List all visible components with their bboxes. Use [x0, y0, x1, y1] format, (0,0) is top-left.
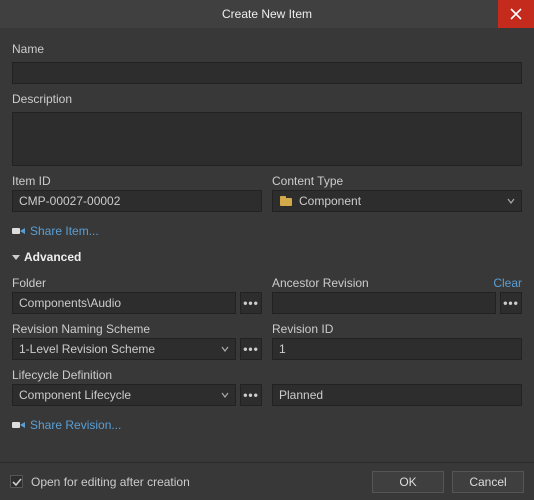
revision-naming-scheme-config-button[interactable]: ••• — [240, 338, 262, 360]
content-type-select[interactable]: Component — [272, 190, 522, 212]
revision-naming-scheme-label: Revision Naming Scheme — [12, 322, 262, 336]
revision-id-label: Revision ID — [272, 322, 522, 336]
close-button[interactable] — [498, 0, 534, 28]
share-revision-link[interactable]: Share Revision... — [12, 418, 522, 432]
footer: Open for editing after creation OK Cance… — [0, 462, 534, 500]
open-after-checkbox[interactable] — [10, 475, 23, 488]
lifecycle-definition-label: Lifecycle Definition — [12, 368, 262, 382]
clear-link[interactable]: Clear — [493, 276, 522, 290]
ancestor-revision-browse-button[interactable]: ••• — [500, 292, 522, 314]
chevron-down-icon — [507, 197, 515, 205]
share-icon — [12, 225, 26, 237]
titlebar: Create New Item — [0, 0, 534, 28]
lifecycle-definition-select[interactable]: Component Lifecycle — [12, 384, 236, 406]
check-icon — [12, 477, 22, 487]
content-type-label: Content Type — [272, 174, 522, 188]
name-input[interactable] — [12, 62, 522, 84]
share-icon — [12, 419, 26, 431]
description-label: Description — [12, 92, 522, 106]
open-after-label: Open for editing after creation — [31, 475, 190, 489]
cancel-button[interactable]: Cancel — [452, 471, 524, 493]
chevron-down-icon — [221, 391, 229, 399]
component-icon — [279, 195, 293, 207]
advanced-section-toggle[interactable]: Advanced — [12, 250, 522, 264]
folder-browse-button[interactable]: ••• — [240, 292, 262, 314]
item-id-input[interactable] — [12, 190, 262, 212]
folder-label: Folder — [12, 276, 262, 290]
folder-field: Components\Audio — [12, 292, 236, 314]
revision-naming-scheme-select[interactable]: 1-Level Revision Scheme — [12, 338, 236, 360]
lifecycle-state-field: Planned — [272, 384, 522, 406]
ok-button[interactable]: OK — [372, 471, 444, 493]
lifecycle-state-label — [272, 368, 522, 382]
ancestor-revision-label: Ancestor Revision — [272, 276, 369, 290]
lifecycle-definition-config-button[interactable]: ••• — [240, 384, 262, 406]
expand-icon — [12, 255, 20, 260]
window-title: Create New Item — [222, 7, 312, 21]
chevron-down-icon — [221, 345, 229, 353]
close-icon — [510, 8, 522, 20]
description-input[interactable] — [12, 112, 522, 166]
ancestor-revision-field — [272, 292, 496, 314]
share-item-link[interactable]: Share Item... — [12, 224, 522, 238]
revision-id-input[interactable] — [272, 338, 522, 360]
content-type-value: Component — [299, 194, 361, 208]
item-id-label: Item ID — [12, 174, 262, 188]
name-label: Name — [12, 42, 522, 56]
